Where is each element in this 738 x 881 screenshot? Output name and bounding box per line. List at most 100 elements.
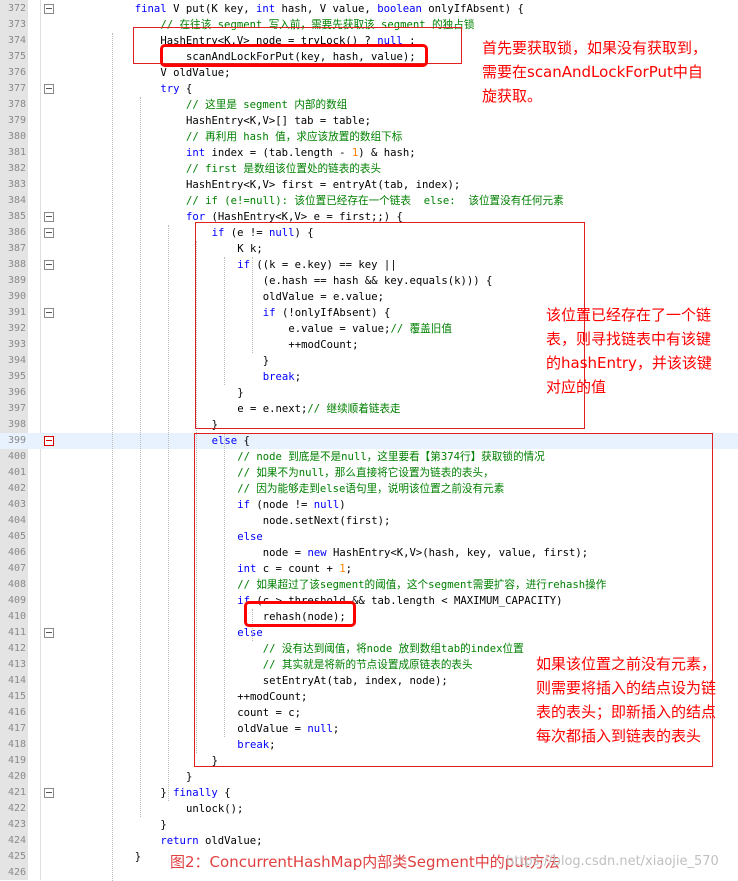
existing-entry-box xyxy=(195,222,585,429)
line-number: 404 xyxy=(7,515,26,526)
code-line[interactable]: 381 int index = (tab.length - 1) & hash; xyxy=(0,145,738,161)
line-number: 402 xyxy=(7,483,26,494)
comment-token: // 再利用 hash 值，求应该放置的数组下标 xyxy=(186,131,403,143)
line-number: 373 xyxy=(7,19,26,30)
line-number: 425 xyxy=(7,851,26,862)
code-text: HashEntry<K,V>[] tab = table; xyxy=(186,113,371,129)
line-number: 383 xyxy=(7,179,26,190)
line-number: 424 xyxy=(7,835,26,846)
line-number: 419 xyxy=(7,755,26,766)
code-text: } xyxy=(186,769,192,785)
code-line[interactable]: 422 unlock(); xyxy=(0,801,738,817)
code-text: // 这里是 segment 内部的数组 xyxy=(186,97,347,113)
fold-toggle-icon[interactable] xyxy=(44,4,54,14)
annotation-line: 每次都插入到链表的表头 xyxy=(536,727,702,745)
fold-toggle-icon[interactable] xyxy=(44,212,54,222)
code-line[interactable]: 382 // first 是数组该位置处的链表的表头 xyxy=(0,161,738,177)
fold-toggle-icon[interactable] xyxy=(44,84,54,94)
fold-toggle-icon[interactable] xyxy=(44,436,54,446)
code-line[interactable]: 379 HashEntry<K,V>[] tab = table; xyxy=(0,113,738,129)
code-text: } xyxy=(135,849,141,865)
code-token: unlock(); xyxy=(186,803,244,815)
fold-toggle-icon[interactable] xyxy=(44,628,54,638)
indent-guide xyxy=(168,225,169,801)
line-number: 381 xyxy=(7,147,26,158)
comment-token: // if (e!=null): 该位置已经存在一个链表 else: 该位置没有… xyxy=(186,195,564,207)
line-number: 421 xyxy=(7,787,26,798)
line-number: 414 xyxy=(7,675,26,686)
line-number: 397 xyxy=(7,403,26,414)
line-number: 382 xyxy=(7,163,26,174)
code-token: oldValue; xyxy=(198,835,263,847)
code-token: } xyxy=(134,851,142,863)
line-number: 413 xyxy=(7,659,26,670)
line-number: 385 xyxy=(7,211,26,222)
line-number: 409 xyxy=(7,595,26,606)
code-line[interactable]: 421} finally { xyxy=(0,785,738,801)
line-number: 393 xyxy=(7,339,26,350)
rehash-highlight xyxy=(244,601,356,627)
code-token: { xyxy=(179,83,193,95)
fold-toggle-icon[interactable] xyxy=(44,228,54,238)
indent-guide xyxy=(140,97,141,817)
comment-token: // first 是数组该位置处的链表的表头 xyxy=(186,163,382,175)
line-number: 389 xyxy=(7,275,26,286)
code-text: unlock(); xyxy=(186,801,243,817)
code-token: index = (tab.length - xyxy=(205,147,352,159)
keyword-token: return xyxy=(160,835,199,847)
code-token: onlyIfAbsent) { xyxy=(421,3,524,15)
keyword-token: try xyxy=(160,83,180,95)
line-number: 379 xyxy=(7,115,26,126)
code-line[interactable]: 383 HashEntry<K,V> first = entryAt(tab, i… xyxy=(0,177,738,193)
code-text: V oldValue; xyxy=(160,65,230,81)
line-number: 377 xyxy=(7,83,26,94)
annotation-line: 则需要将插入的结点设为链 xyxy=(536,679,717,697)
code-line[interactable]: 423} xyxy=(0,817,738,833)
code-token: V put(K key, xyxy=(166,3,256,15)
fold-toggle-icon[interactable] xyxy=(44,308,54,318)
code-text: try { xyxy=(160,81,192,97)
code-line[interactable]: 424 return oldValue; xyxy=(0,833,738,849)
line-number: 398 xyxy=(7,419,26,430)
keyword-token: finally xyxy=(173,787,218,799)
line-number: 426 xyxy=(7,867,26,878)
line-number: 380 xyxy=(7,131,26,142)
line-number: 417 xyxy=(7,723,26,734)
line-number: 410 xyxy=(7,611,26,622)
line-number: 388 xyxy=(7,259,26,270)
code-text: HashEntry<K,V> first = entryAt(tab, inde… xyxy=(186,177,460,193)
code-text: final V put(K key, int hash, V value, bo… xyxy=(135,1,524,17)
line-number: 394 xyxy=(7,355,26,366)
code-line[interactable]: 420} xyxy=(0,769,738,785)
line-number: 378 xyxy=(7,99,26,110)
keyword-token: int xyxy=(186,147,206,159)
line-number: 423 xyxy=(7,819,26,830)
fold-toggle-icon[interactable] xyxy=(44,788,54,798)
line-number: 412 xyxy=(7,643,26,654)
fold-toggle-icon[interactable] xyxy=(44,260,54,270)
code-token: } xyxy=(160,787,174,799)
code-line[interactable]: 384 // if (e!=null): 该位置已经存在一个链表 else: 该位… xyxy=(0,193,738,209)
code-text: int index = (tab.length - 1) & hash; xyxy=(186,145,416,161)
line-number: 400 xyxy=(7,451,26,462)
code-token: hash, V value, xyxy=(275,3,378,15)
annotation-empty-slot: 如果该位置之前没有元素， 则需要将插入的结点设为链 表的表头；即新插入的结点 每… xyxy=(536,652,716,748)
keyword-token: boolean xyxy=(377,3,422,15)
code-line[interactable]: 372 final V put(K key, int hash, V value,… xyxy=(0,1,738,17)
code-token: V oldValue; xyxy=(160,67,231,79)
code-line[interactable]: 380 // 再利用 hash 值，求应该放置的数组下标 xyxy=(0,129,738,145)
code-token: { xyxy=(217,787,231,799)
keyword-token: int xyxy=(255,3,276,15)
annotation-line: 的hashEntry，并该该键 xyxy=(546,354,712,372)
line-number: 396 xyxy=(7,387,26,398)
line-number: 376 xyxy=(7,67,26,78)
line-number: 399 xyxy=(7,435,26,446)
line-number: 405 xyxy=(7,531,26,542)
line-number: 415 xyxy=(7,691,26,702)
line-number: 386 xyxy=(7,227,26,238)
line-number: 391 xyxy=(7,307,26,318)
line-number: 420 xyxy=(7,771,26,782)
line-number: 392 xyxy=(7,323,26,334)
line-number: 418 xyxy=(7,739,26,750)
code-text: } finally { xyxy=(160,785,230,801)
